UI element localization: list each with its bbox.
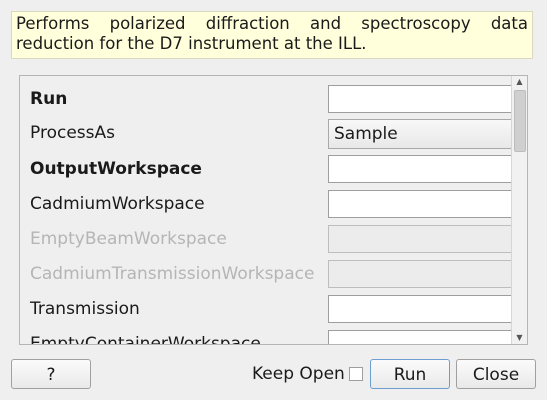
property-row-outputworkspace: OutputWorkspace bbox=[30, 155, 516, 185]
vertical-scrollbar[interactable]: ▲ ▼ bbox=[511, 76, 527, 344]
keep-open-checkbox[interactable] bbox=[349, 367, 363, 381]
property-row-cadmiumworkspace: CadmiumWorkspace bbox=[30, 190, 516, 220]
algorithm-description: Performs polarized diffraction and spect… bbox=[11, 11, 533, 59]
emptybeamworkspace-input bbox=[328, 225, 516, 253]
property-label: Run bbox=[30, 89, 68, 109]
cadmiumworkspace-input[interactable] bbox=[328, 190, 516, 218]
properties-panel: Run ProcessAs Sample OutputWorkspace Cad… bbox=[19, 75, 528, 345]
emptycontainerworkspace-input[interactable] bbox=[328, 330, 516, 344]
outputworkspace-input[interactable] bbox=[328, 155, 516, 183]
processas-select[interactable]: Sample bbox=[328, 119, 516, 149]
property-row-transmission: Transmission bbox=[30, 295, 516, 325]
property-label: ProcessAs bbox=[30, 123, 115, 143]
property-label: Transmission bbox=[30, 299, 140, 319]
property-row-processas: ProcessAs Sample bbox=[30, 119, 516, 149]
property-row-emptycontainerworkspace: EmptyContainerWorkspace bbox=[30, 330, 516, 345]
help-button[interactable]: ? bbox=[11, 359, 91, 389]
property-row-run: Run bbox=[30, 85, 516, 115]
property-label: EmptyContainerWorkspace bbox=[30, 334, 261, 345]
run-button[interactable]: Run bbox=[370, 359, 450, 389]
cadmiumtransmissionworkspace-input bbox=[328, 260, 516, 288]
property-row-cadmiumtransmissionworkspace: CadmiumTransmissionWorkspace bbox=[30, 260, 516, 290]
transmission-input[interactable] bbox=[328, 295, 516, 323]
keep-open-label: Keep Open bbox=[252, 364, 345, 384]
property-label: CadmiumWorkspace bbox=[30, 194, 205, 214]
close-button[interactable]: Close bbox=[456, 359, 536, 389]
arrow-down-icon[interactable]: ▼ bbox=[512, 332, 527, 344]
arrow-up-icon[interactable]: ▲ bbox=[512, 76, 527, 88]
property-label: CadmiumTransmissionWorkspace bbox=[30, 264, 315, 284]
scrollbar-thumb[interactable] bbox=[514, 90, 526, 152]
property-label: OutputWorkspace bbox=[30, 159, 202, 179]
run-input[interactable] bbox=[328, 85, 516, 113]
property-label: EmptyBeamWorkspace bbox=[30, 229, 227, 249]
processas-value: Sample bbox=[334, 124, 398, 144]
property-row-emptybeamworkspace: EmptyBeamWorkspace bbox=[30, 225, 516, 255]
